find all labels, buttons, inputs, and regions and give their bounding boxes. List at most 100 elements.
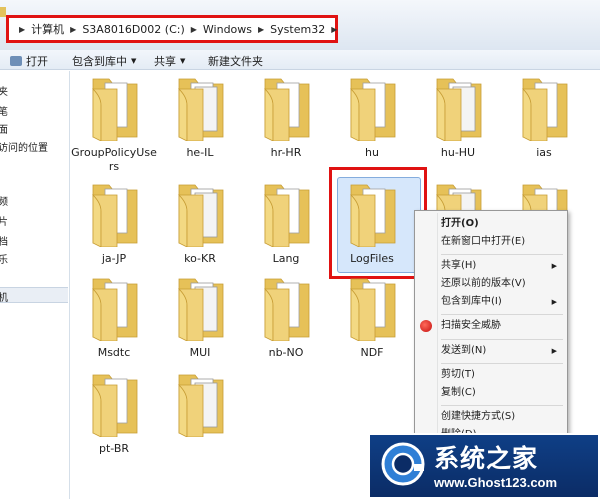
chevron-right-icon: ▶ bbox=[551, 347, 557, 355]
menu-item-cut[interactable]: 剪切(T) bbox=[441, 366, 565, 384]
folder-item[interactable]: pt-BR bbox=[75, 367, 153, 465]
chevron-right-icon: ▶ bbox=[551, 262, 557, 270]
folder-icon bbox=[436, 78, 482, 141]
folder-icon bbox=[264, 184, 310, 247]
breadcrumb-system32[interactable]: System32 bbox=[270, 23, 325, 36]
folder-icon bbox=[264, 78, 310, 141]
breadcrumb-drive-c[interactable]: S3A8016D002 (C:) bbox=[82, 23, 184, 36]
folder-item[interactable]: hu-HU bbox=[419, 71, 497, 169]
folder-icon bbox=[350, 78, 396, 141]
navigation-pane[interactable]: 夹 笔 面 访问的位置 频 片 档 乐 机 bbox=[0, 71, 70, 499]
menu-item-share-label: 共享(H) bbox=[441, 260, 477, 271]
nav-item-computer[interactable]: 机 bbox=[0, 289, 8, 304]
open-button[interactable]: 打开 bbox=[10, 53, 48, 69]
folder-icon bbox=[178, 374, 224, 437]
command-bar: 打开 包含到库中 ▼ 共享 ▼ 新建文件夹 bbox=[0, 50, 600, 70]
new-folder-label: 新建文件夹 bbox=[208, 55, 263, 68]
menu-item-open-new-window[interactable]: 在新窗口中打开(E) bbox=[441, 233, 565, 251]
nav-item-pictures[interactable]: 片 bbox=[0, 213, 8, 228]
nav-item-favorites[interactable]: 夹 bbox=[0, 83, 8, 98]
share-label: 共享 bbox=[154, 55, 176, 68]
folder-name: ko-KR bbox=[184, 252, 216, 265]
folder-item[interactable] bbox=[161, 367, 239, 465]
chevron-down-icon: ▼ bbox=[180, 57, 186, 65]
folder-name: NDF bbox=[360, 346, 384, 359]
folder-name: ja-JP bbox=[101, 252, 127, 265]
address-bar-area: ▶ 计算机 ▶ S3A8016D002 (C:) ▶ Windows ▶ Sys… bbox=[0, 0, 600, 50]
folder-icon bbox=[92, 184, 138, 247]
folder-item[interactable]: Lang bbox=[247, 177, 325, 275]
menu-separator bbox=[441, 254, 563, 255]
address-bar[interactable]: ▶ 计算机 ▶ S3A8016D002 (C:) ▶ Windows ▶ Sys… bbox=[6, 15, 338, 43]
menu-item-send-to-label: 发送到(N) bbox=[441, 345, 487, 356]
folder-icon bbox=[178, 278, 224, 341]
menu-separator bbox=[441, 405, 563, 406]
folder-icon bbox=[92, 374, 138, 437]
folder-name: hu-HU bbox=[440, 146, 476, 159]
menu-item-share[interactable]: 共享(H) ▶ bbox=[441, 257, 565, 275]
chevron-right-icon[interactable]: ▶ bbox=[258, 25, 264, 34]
folder-name: he-IL bbox=[186, 146, 214, 159]
folder-icon bbox=[264, 278, 310, 341]
folder-icon bbox=[92, 78, 138, 141]
menu-separator bbox=[441, 314, 563, 315]
nav-item-documents[interactable]: 档 bbox=[0, 233, 8, 248]
open-icon bbox=[10, 56, 22, 66]
folder-item[interactable]: ias bbox=[505, 71, 583, 169]
folder-icon bbox=[178, 184, 224, 247]
folder-item[interactable]: LogFiles bbox=[333, 177, 421, 275]
nav-item-desktop[interactable]: 面 bbox=[0, 121, 8, 136]
folder-item[interactable]: ja-JP bbox=[75, 177, 153, 275]
menu-separator bbox=[441, 363, 563, 364]
folder-icon bbox=[522, 78, 568, 141]
folder-name: hu bbox=[365, 146, 379, 159]
menu-item-create-shortcut[interactable]: 创建快捷方式(S) bbox=[441, 408, 565, 426]
nav-selected-row bbox=[0, 287, 68, 303]
include-library-button[interactable]: 包含到库中 ▼ bbox=[72, 53, 136, 69]
menu-separator bbox=[441, 339, 563, 340]
nav-item-recent-places[interactable]: 访问的位置 bbox=[0, 139, 48, 154]
new-folder-button[interactable]: 新建文件夹 bbox=[208, 53, 263, 69]
open-button-label: 打开 bbox=[26, 55, 48, 68]
breadcrumb-windows[interactable]: Windows bbox=[203, 23, 252, 36]
menu-item-include-library[interactable]: 包含到库中(I) ▶ bbox=[441, 293, 565, 311]
nav-item-videos[interactable]: 频 bbox=[0, 193, 8, 208]
folder-item[interactable]: Msdtc bbox=[75, 271, 153, 369]
breadcrumb-computer[interactable]: 计算机 bbox=[31, 21, 64, 37]
menu-item-open[interactable]: 打开(O) bbox=[441, 215, 565, 233]
chevron-right-icon[interactable]: ▶ bbox=[70, 25, 76, 34]
watermark-url: www.Ghost123.com bbox=[434, 475, 558, 490]
folder-icon bbox=[350, 278, 396, 341]
chevron-right-icon[interactable]: ▶ bbox=[19, 25, 25, 34]
watermark-logo: 系统之家 www.Ghost123.com bbox=[368, 433, 600, 499]
folder-name: nb-NO bbox=[268, 346, 304, 359]
folder-name: MUI bbox=[189, 346, 211, 359]
chevron-right-icon[interactable]: ▶ bbox=[191, 25, 197, 34]
folder-item[interactable]: NDF bbox=[333, 271, 411, 369]
folder-name: pt-BR bbox=[98, 442, 130, 455]
folder-item[interactable]: hr-HR bbox=[247, 71, 325, 169]
folder-item[interactable]: nb-NO bbox=[247, 271, 325, 369]
chevron-right-icon: ▶ bbox=[551, 298, 557, 306]
watermark-cn-text: 系统之家 bbox=[434, 444, 539, 473]
menu-item-copy[interactable]: 复制(C) bbox=[441, 384, 565, 402]
include-library-label: 包含到库中 bbox=[72, 55, 127, 68]
menu-item-scan-threats[interactable]: 扫描安全威胁 bbox=[441, 317, 565, 335]
folder-item[interactable]: ko-KR bbox=[161, 177, 239, 275]
ghost-logo-icon bbox=[381, 442, 425, 486]
menu-item-include-library-label: 包含到库中(I) bbox=[441, 296, 502, 307]
share-button[interactable]: 共享 ▼ bbox=[154, 53, 185, 69]
nav-item-music[interactable]: 乐 bbox=[0, 251, 8, 266]
folder-icon bbox=[178, 78, 224, 141]
folder-item[interactable]: GroupPolicyUsers bbox=[71, 71, 157, 173]
folder-icon bbox=[92, 278, 138, 341]
folder-item[interactable]: MUI bbox=[161, 271, 239, 369]
menu-item-restore-versions[interactable]: 还原以前的版本(V) bbox=[441, 275, 565, 293]
chevron-right-icon[interactable]: ▶ bbox=[331, 25, 337, 34]
nav-item-1[interactable]: 笔 bbox=[0, 103, 8, 118]
menu-item-send-to[interactable]: 发送到(N) ▶ bbox=[441, 342, 565, 360]
folder-item[interactable]: hu bbox=[333, 71, 411, 169]
chevron-down-icon: ▼ bbox=[131, 57, 137, 65]
folder-item[interactable]: he-IL bbox=[161, 71, 239, 169]
folder-name: LogFiles bbox=[350, 252, 394, 265]
